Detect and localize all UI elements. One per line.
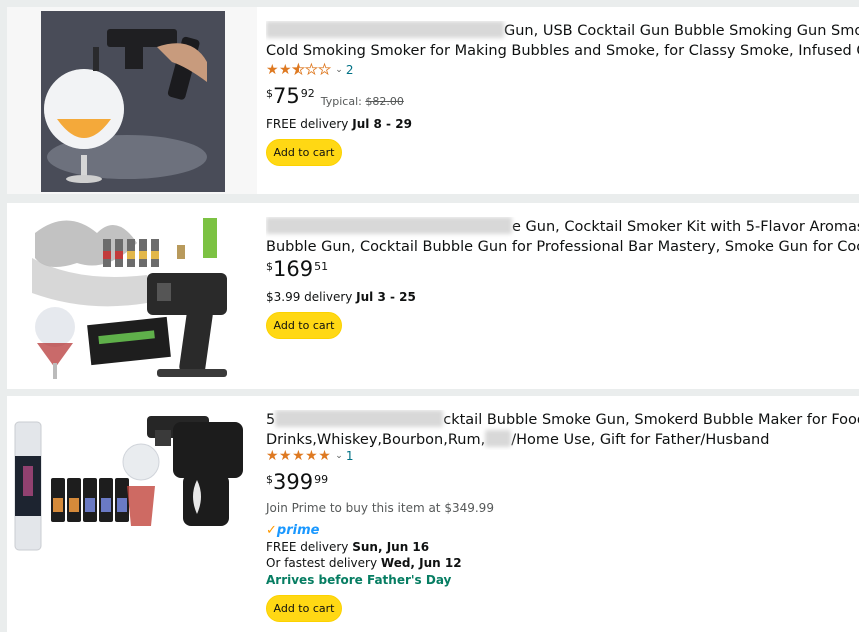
- cocktail-bubble-smoker-gun-image: [41, 11, 225, 192]
- typical-price: Typical: $82.00: [321, 95, 404, 108]
- delivery-label: FREE delivery: [266, 540, 353, 554]
- delivery-label: $3.99 delivery: [266, 290, 357, 304]
- separator: [0, 0, 859, 7]
- price-symbol: $: [266, 473, 273, 486]
- title-line-1: e Gun, Cocktail Smoker Kit with 5-Flavor…: [512, 219, 859, 235]
- add-to-cart-button[interactable]: Add to cart: [266, 595, 342, 622]
- delivery-date: Jul 3 - 25: [356, 290, 416, 304]
- fastest-delivery-date: Wed, Jun 12: [380, 556, 462, 570]
- product-title[interactable]: e Gun, Cocktail Smoker Kit with 5-Flavor…: [266, 217, 859, 257]
- redacted-text: [266, 217, 512, 234]
- title-line-2-b: /Home Use, Gift for Father/Husband: [511, 432, 770, 448]
- product-image[interactable]: [7, 396, 257, 632]
- price[interactable]: $ 75 92 Typical: $82.00: [266, 84, 404, 108]
- add-to-cart-button[interactable]: Add to cart: [266, 139, 342, 166]
- price-symbol: $: [266, 260, 273, 273]
- price-whole: 399: [273, 470, 314, 494]
- price-symbol: $: [266, 87, 273, 100]
- rating[interactable]: ★★★★★★ ⌄ 2: [266, 62, 354, 79]
- price-whole: 169: [273, 257, 314, 281]
- redacted-text: [266, 21, 504, 38]
- review-count[interactable]: 1: [346, 449, 354, 463]
- title-line-1: Gun, USB Cocktail Gun Bubble Smoking Gun…: [504, 23, 859, 39]
- separator: [0, 0, 7, 632]
- arrives-note: Arrives before Father's Day: [266, 573, 452, 587]
- bubble-smoke-gun-kit-image: [7, 396, 257, 632]
- price-fraction: 92: [300, 87, 315, 100]
- title-line-2: Cold Smoking Smoker for Making Bubbles a…: [266, 43, 859, 59]
- redacted-text: [275, 410, 444, 427]
- title-line-1-start: 5: [266, 412, 276, 428]
- fastest-delivery-label: Or fastest delivery: [266, 556, 381, 570]
- chevron-down-icon[interactable]: ⌄: [335, 451, 343, 461]
- title-line-1: cktail Bubble Smoke Gun, Smokerd Bubble …: [443, 412, 859, 428]
- price-whole: 75: [273, 84, 300, 108]
- price-fraction: 51: [314, 260, 329, 273]
- search-result-card: 5 cktail Bubble Smoke Gun, Smokerd Bubble…: [7, 396, 859, 632]
- prime-label: prime: [276, 523, 320, 538]
- chevron-down-icon[interactable]: ⌄: [335, 65, 343, 75]
- delivery-date: Sun, Jun 16: [352, 540, 430, 554]
- prime-badge: ✓prime: [266, 523, 319, 538]
- fastest-delivery-info: Or fastest delivery Wed, Jun 12: [266, 556, 462, 570]
- star-rating-icon: ★★★★★: [266, 448, 332, 464]
- rating[interactable]: ★★★★★ ⌄ 1: [266, 448, 353, 464]
- search-result-card: e Gun, Cocktail Smoker Kit with 5-Flavor…: [7, 203, 859, 389]
- smoker-kit-with-flavor-bottles-image: [7, 203, 257, 389]
- title-line-2: Bubble Gun, Cocktail Bubble Gun for Prof…: [266, 239, 859, 255]
- typical-price-value: $82.00: [365, 95, 404, 108]
- star-rating-icon: ★★★★★★: [266, 62, 332, 79]
- delivery-info: $3.99 delivery Jul 3 - 25: [266, 290, 416, 304]
- review-count[interactable]: 2: [346, 63, 354, 77]
- delivery-info: FREE delivery Jul 8 - 29: [266, 117, 412, 131]
- price[interactable]: $ 169 51: [266, 257, 328, 281]
- typical-label: Typical:: [320, 95, 362, 108]
- separator: [0, 389, 859, 396]
- price-fraction: 99: [314, 473, 329, 486]
- product-image[interactable]: [7, 203, 257, 389]
- product-image[interactable]: [7, 7, 257, 194]
- prime-offer: Join Prime to buy this item at $349.99: [266, 501, 494, 515]
- separator: [0, 194, 859, 203]
- prime-check-icon: ✓: [266, 523, 277, 538]
- delivery-date: Jul 8 - 29: [352, 117, 412, 131]
- delivery-info: FREE delivery Sun, Jun 16: [266, 540, 429, 554]
- product-title[interactable]: Gun, USB Cocktail Gun Bubble Smoking Gun…: [266, 21, 859, 61]
- title-line-2-a: Drinks,Whiskey,Bourbon,Rum,: [266, 432, 486, 448]
- price[interactable]: $ 399 99: [266, 470, 328, 494]
- add-to-cart-button[interactable]: Add to cart: [266, 312, 342, 339]
- product-title[interactable]: 5 cktail Bubble Smoke Gun, Smokerd Bubble…: [266, 410, 859, 450]
- redacted-text: [485, 430, 512, 447]
- search-result-card: Gun, USB Cocktail Gun Bubble Smoking Gun…: [7, 7, 859, 194]
- delivery-label: FREE delivery: [266, 117, 353, 131]
